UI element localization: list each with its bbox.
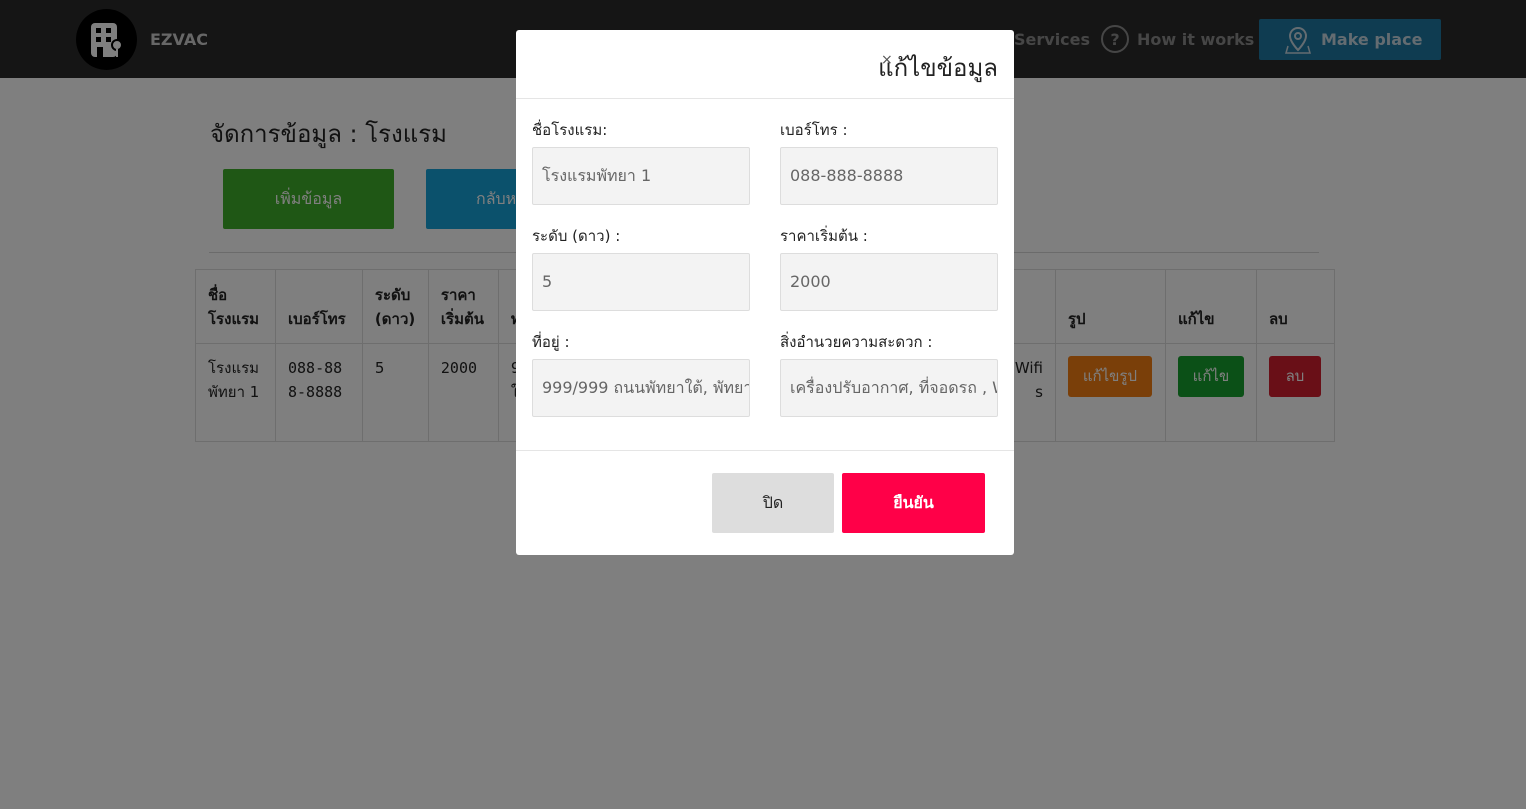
stars-field[interactable]: 5 [532,253,750,311]
price-field[interactable]: 2000 [780,253,998,311]
phone-field[interactable]: 088-888-8888 [780,147,998,205]
label-facilities: สิ่งอำนวยความสะดวก : [780,333,933,351]
close-button[interactable]: ปิด [712,473,834,533]
label-address: ที่อยู่ : [532,333,570,351]
modal-footer-divider [516,450,1014,451]
confirm-button[interactable]: ยืนยัน [842,473,985,533]
label-price: ราคาเริ่มต้น : [780,227,868,245]
address-field[interactable]: 999/999 ถนนพัทยาใต้, พัทยา [532,359,750,417]
modal-title: แก้ไขข้อมูล [878,54,998,82]
label-stars: ระดับ (ดาว) : [532,227,621,245]
modal-header: × แก้ไขข้อมูล [516,30,1014,99]
hotel-name-field[interactable]: โรงแรมพัทยา 1 [532,147,750,205]
label-phone: เบอร์โทร : [780,121,848,139]
edit-modal: × แก้ไขข้อมูล ชื่อโรงแรม: เบอร์โทร : โรง… [516,30,1014,555]
facilities-field[interactable]: เครื่องปรับอากาศ, ที่จอดรถ , W [780,359,998,417]
label-hotel-name: ชื่อโรงแรม: [532,121,608,139]
